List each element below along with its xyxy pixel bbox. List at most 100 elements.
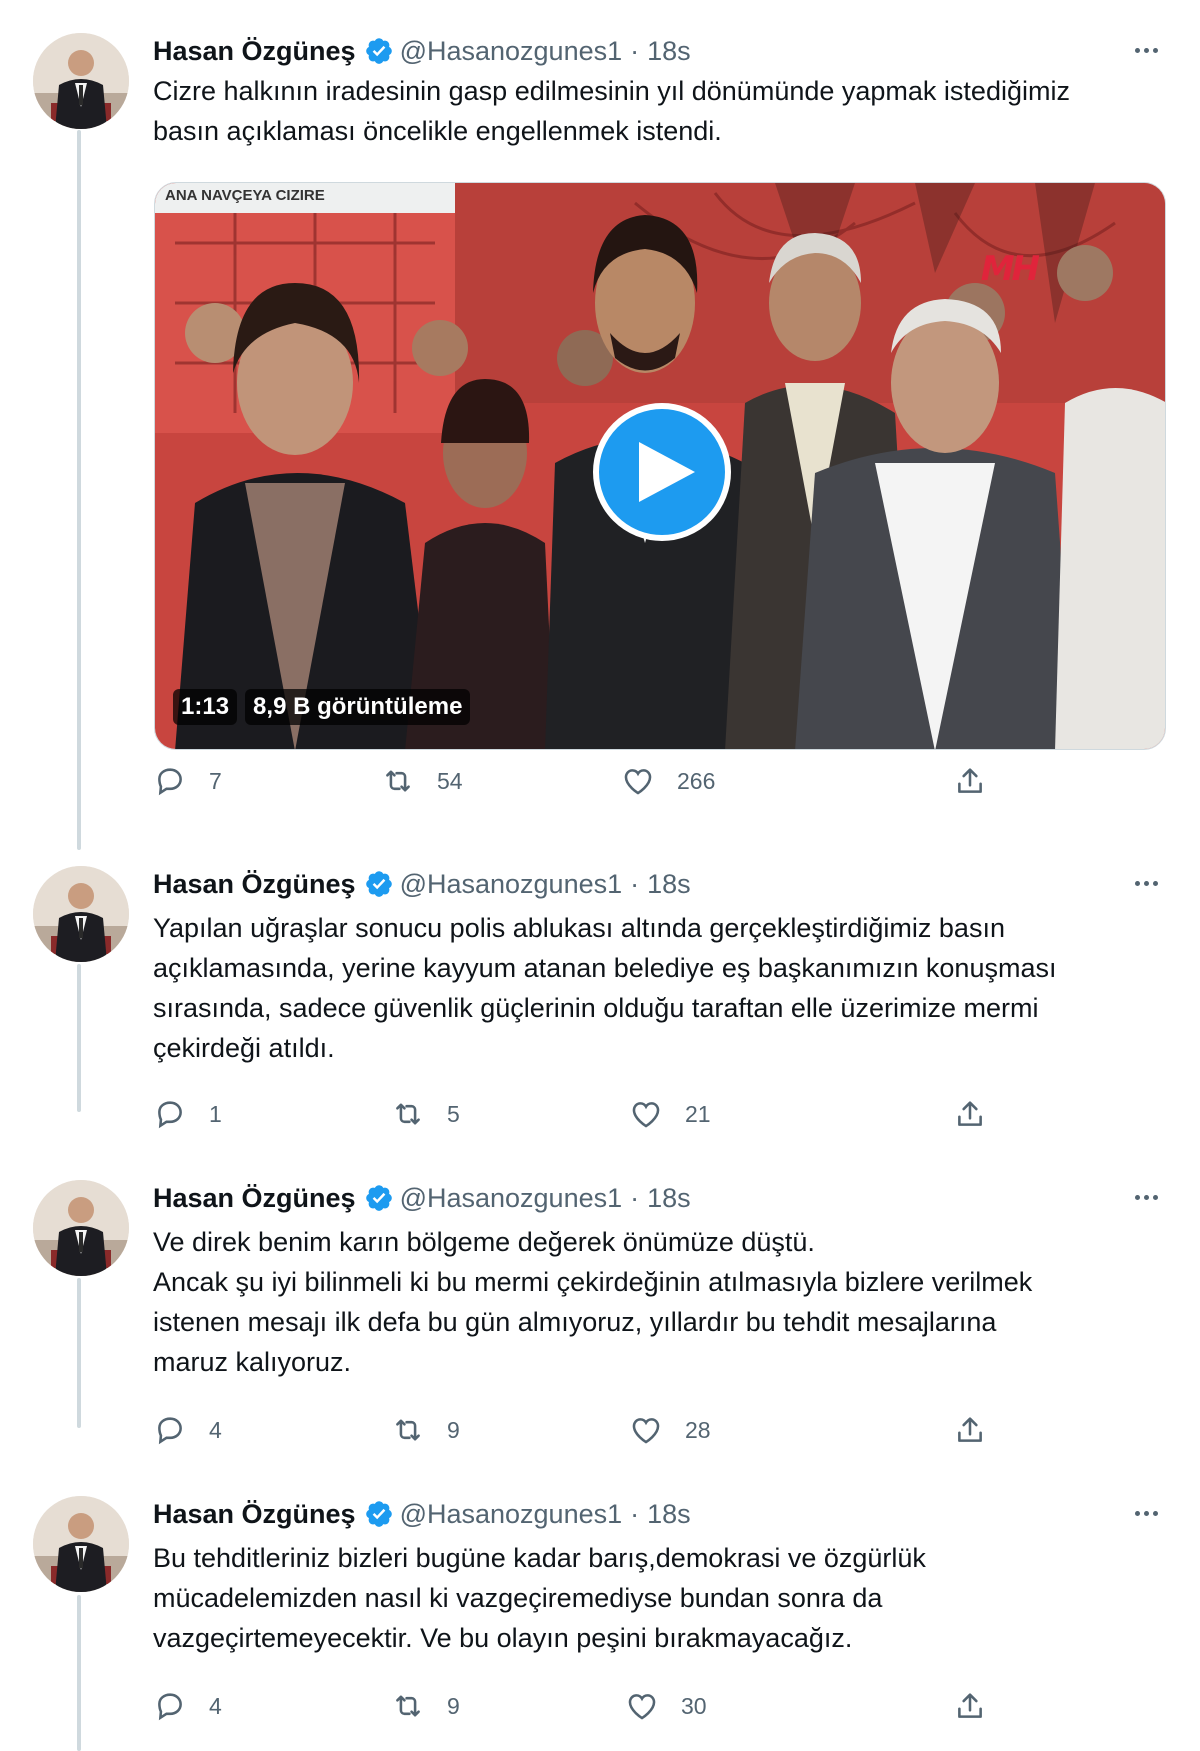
author-handle[interactable]: @Hasanozgunes1 <box>400 36 623 67</box>
retweet-button[interactable]: 54 <box>381 761 463 801</box>
share-icon <box>958 1417 982 1442</box>
like-count: 30 <box>681 1692 707 1719</box>
heart-icon <box>632 1102 660 1128</box>
timestamp[interactable]: 18s <box>647 36 691 67</box>
tweet-text-line: mücadelemizden nasıl ki vazgeçiremediyse… <box>153 1583 883 1613</box>
timestamp[interactable]: 18s <box>647 1183 691 1214</box>
heart-icon <box>632 1418 660 1444</box>
author-handle[interactable]: @Hasanozgunes1 <box>400 869 623 900</box>
reply-button[interactable]: 4 <box>153 1410 222 1450</box>
heart-icon <box>624 769 652 795</box>
verified-badge-icon <box>364 869 394 899</box>
tweet-text-line: Bu tehditleriniz bizleri bugüne kadar ba… <box>153 1543 926 1573</box>
background-sign: ANA NAVÇEYA CIZIRE <box>155 183 455 213</box>
reply-button[interactable]: 4 <box>153 1686 222 1726</box>
author-name[interactable]: Hasan Özgüneş <box>153 1183 356 1214</box>
timestamp[interactable]: 18s <box>647 1499 691 1530</box>
share-button[interactable] <box>953 1410 987 1450</box>
verified-badge-icon <box>364 1183 394 1213</box>
share-icon <box>958 1101 982 1126</box>
like-button[interactable]: 28 <box>629 1410 711 1450</box>
avatar[interactable] <box>33 1180 129 1276</box>
thread-connector <box>77 964 81 1112</box>
reply-count: 4 <box>209 1416 222 1443</box>
reply-button[interactable]: 7 <box>153 761 222 801</box>
author-handle[interactable]: @Hasanozgunes1 <box>400 1183 623 1214</box>
tweet-text: Yapılan uğraşlar sonucu polis ablukası a… <box>153 908 1173 1068</box>
avatar[interactable] <box>33 33 129 129</box>
separator-dot: · <box>630 868 640 899</box>
retweet-icon <box>396 1695 420 1717</box>
reply-button[interactable]: 1 <box>153 1094 222 1134</box>
channel-watermark: MH <box>980 249 1040 289</box>
tweet-header: Hasan Özgüneş @Hasanozgunes1 · 18s <box>153 33 691 69</box>
tweet-text-line: açıklamasında, yerine kayyum atanan bele… <box>153 953 1057 983</box>
tweet-text-line: çekirdeği atıldı. <box>153 1033 335 1063</box>
retweet-button[interactable]: 9 <box>391 1686 460 1726</box>
more-options-icon[interactable] <box>1126 1498 1166 1528</box>
retweet-count: 9 <box>447 1692 460 1719</box>
more-options-icon[interactable] <box>1126 35 1166 65</box>
share-button[interactable] <box>953 1094 987 1134</box>
tweet-text-line: vazgeçirtemeyecektir. Ve bu olayın peşin… <box>153 1623 853 1653</box>
avatar[interactable] <box>33 866 129 962</box>
avatar[interactable] <box>33 1496 129 1592</box>
video-player[interactable]: ANA NAVÇEYA CIZIRE MH 1:13 8,9 B görüntü… <box>154 182 1166 750</box>
thread-connector <box>77 1595 81 1751</box>
retweet-button[interactable]: 5 <box>391 1094 460 1134</box>
like-count: 21 <box>685 1100 711 1127</box>
tweet-header: Hasan Özgüneş @Hasanozgunes1 · 18s <box>153 1180 691 1216</box>
tweet-text: Cizre halkının iradesinin gasp edilmesin… <box>153 71 1173 151</box>
separator-dot: · <box>630 1182 640 1213</box>
tweet-text-line: Ancak şu iyi bilinmeli ki bu mermi çekir… <box>153 1267 1033 1297</box>
tweet-actions: 1 5 21 <box>153 1094 1013 1134</box>
like-button[interactable]: 266 <box>621 761 715 801</box>
verified-badge-icon <box>364 36 394 66</box>
timestamp[interactable]: 18s <box>647 869 691 900</box>
reply-icon <box>158 1101 182 1129</box>
like-button[interactable]: 30 <box>625 1686 707 1726</box>
tweet-actions: 7 54 266 <box>153 761 1013 801</box>
reply-count: 1 <box>209 1100 222 1127</box>
thread-connector <box>77 1278 81 1428</box>
author-name[interactable]: Hasan Özgüneş <box>153 1499 356 1530</box>
video-meta: 1:13 8,9 B görüntüleme <box>173 689 471 725</box>
video-duration: 1:13 <box>173 689 238 725</box>
avatar-photo <box>33 1496 129 1592</box>
share-icon <box>958 1693 982 1718</box>
author-name[interactable]: Hasan Özgüneş <box>153 36 356 67</box>
thread-connector <box>77 130 81 850</box>
share-button[interactable] <box>953 761 987 801</box>
tweet-text-line: Ve direk benim karın bölgeme değerek önü… <box>153 1227 815 1257</box>
tweet-header: Hasan Özgüneş @Hasanozgunes1 · 18s <box>153 1496 691 1532</box>
share-button[interactable] <box>953 1686 987 1726</box>
tweet-text-line: basın açıklaması öncelikle engellenmek i… <box>153 116 722 146</box>
tweet-text-line: maruz kalıyoruz. <box>153 1347 352 1377</box>
retweet-count: 5 <box>447 1100 460 1127</box>
tweet-text: Ve direk benim karın bölgeme değerek önü… <box>153 1222 1173 1382</box>
author-name[interactable]: Hasan Özgüneş <box>153 869 356 900</box>
avatar-photo <box>33 1180 129 1276</box>
retweet-button[interactable]: 9 <box>391 1410 460 1450</box>
author-handle[interactable]: @Hasanozgunes1 <box>400 1499 623 1530</box>
retweet-icon <box>396 1419 420 1441</box>
more-options-icon[interactable] <box>1126 1182 1166 1212</box>
tweet-actions: 4 9 28 <box>153 1410 1013 1450</box>
more-options-icon[interactable] <box>1126 868 1166 898</box>
reply-icon <box>158 1417 182 1445</box>
like-count: 28 <box>685 1416 711 1443</box>
tweet-text-line: Yapılan uğraşlar sonucu polis ablukası a… <box>153 913 1005 943</box>
verified-badge-icon <box>364 1499 394 1529</box>
retweet-count: 54 <box>437 767 463 794</box>
tweet-header: Hasan Özgüneş @Hasanozgunes1 · 18s <box>153 866 691 902</box>
share-icon <box>958 768 982 793</box>
reply-icon <box>158 1693 182 1721</box>
separator-dot: · <box>630 1498 640 1529</box>
video-views: 8,9 B görüntüleme <box>245 689 471 725</box>
tweet-text: Bu tehditleriniz bizleri bugüne kadar ba… <box>153 1538 1173 1658</box>
avatar-photo <box>33 33 129 129</box>
like-button[interactable]: 21 <box>629 1094 711 1134</box>
reply-icon <box>158 768 182 796</box>
retweet-icon <box>386 770 410 792</box>
play-icon[interactable] <box>593 403 731 541</box>
